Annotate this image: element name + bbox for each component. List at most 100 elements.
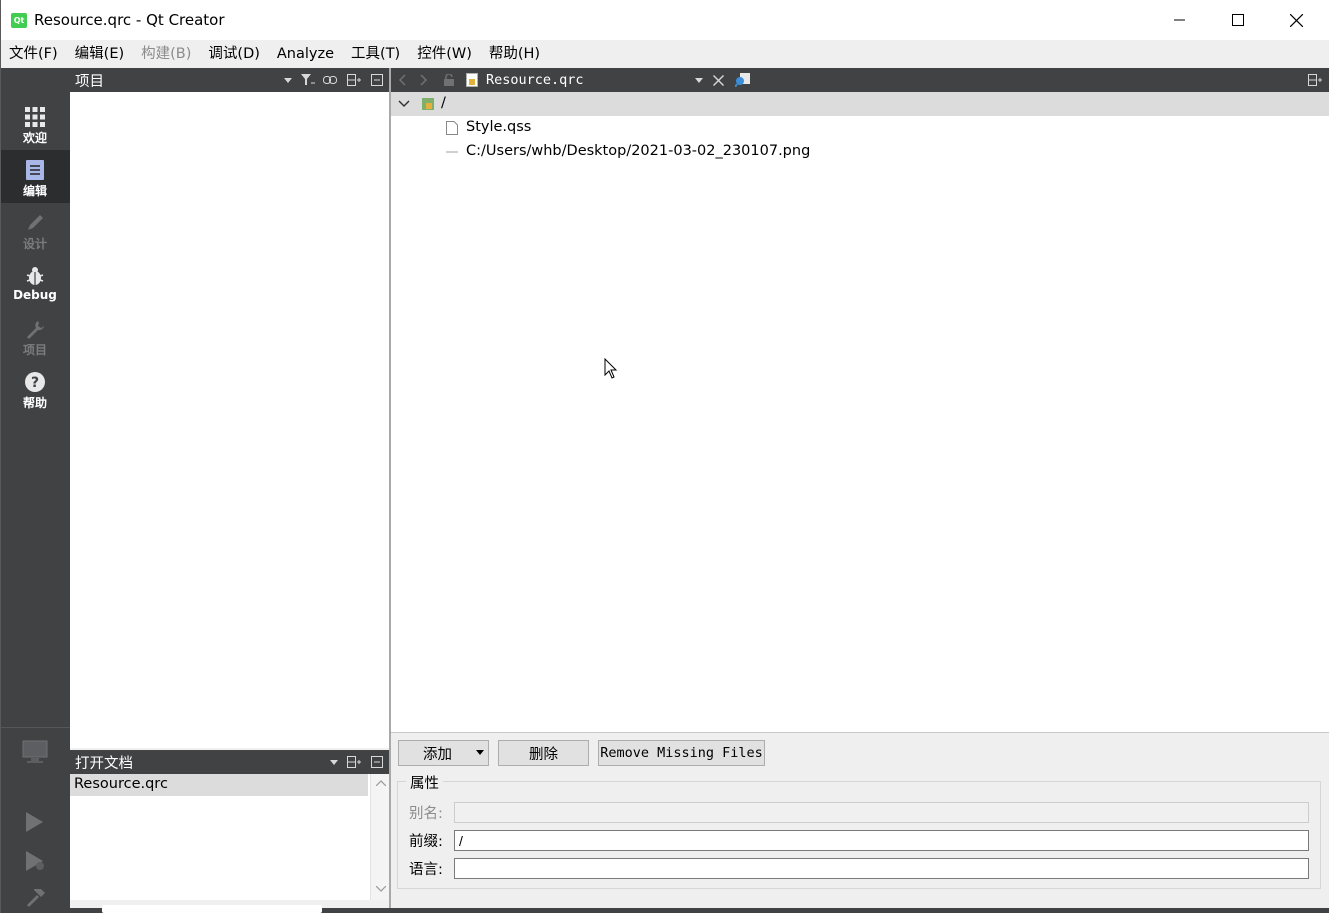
mode-help[interactable]: ? 帮助: [0, 362, 70, 415]
monitor-icon: [22, 740, 48, 763]
mode-label: 帮助: [22, 396, 47, 410]
projects-pane-title: 项目: [75, 74, 104, 90]
chevron-down-icon: [330, 759, 338, 765]
chevron-up-icon: [376, 780, 386, 786]
menu-widgets[interactable]: 控件(W): [408, 40, 480, 68]
svg-text:?: ?: [31, 375, 39, 391]
split-pane-button[interactable]: [346, 72, 362, 88]
prefix-field[interactable]: [454, 830, 1309, 851]
language-label: 语言:: [409, 862, 443, 878]
minimize-icon: [1174, 19, 1185, 21]
split-pane-button[interactable]: [346, 754, 362, 770]
prefix-label: 前缀:: [409, 834, 443, 850]
split-icon: [1308, 74, 1322, 86]
maximize-icon: [1232, 14, 1244, 26]
tree-row-file[interactable]: Style.qss: [391, 116, 1329, 140]
mode-label: 项目: [22, 343, 47, 357]
locate-icon: [735, 73, 750, 87]
remove-missing-files-button[interactable]: Remove Missing Files: [598, 740, 765, 766]
alias-label: 别名:: [409, 806, 443, 822]
mode-projects[interactable]: 项目: [0, 309, 70, 362]
lock-button[interactable]: [441, 72, 457, 88]
split-editor-button[interactable]: [1307, 72, 1323, 88]
delete-button[interactable]: 删除: [498, 740, 589, 766]
close-pane-icon: [371, 756, 383, 768]
menu-file[interactable]: 文件(F): [0, 40, 66, 68]
play-icon: [26, 812, 43, 832]
close-document-button[interactable]: [710, 72, 726, 88]
title-bar[interactable]: Qt Resource.qrc - Qt Creator: [0, 0, 1329, 40]
run-button[interactable]: [24, 811, 44, 837]
tree-item-label: C:/Users/whb/Desktop/2021-03-02_230107.p…: [466, 143, 811, 159]
chevron-down-icon: [376, 886, 386, 892]
close-pane-button[interactable]: [369, 72, 385, 88]
add-menu-chevron[interactable]: [476, 750, 484, 755]
document-selector-dropdown[interactable]: [691, 72, 707, 88]
projects-tree[interactable]: [70, 92, 390, 748]
projects-pane-header: 项目: [70, 68, 390, 92]
tree-root-label: /: [441, 95, 446, 111]
close-icon: [1289, 13, 1303, 27]
properties-group-title: 属性: [406, 772, 443, 793]
locator-input[interactable]: [102, 905, 322, 913]
mode-label: 欢迎: [22, 131, 47, 145]
menu-edit[interactable]: 编辑(E): [66, 40, 132, 68]
alias-field[interactable]: [454, 802, 1309, 823]
pane-selector-dropdown[interactable]: [280, 72, 296, 88]
menu-build[interactable]: 构建(B): [132, 40, 199, 68]
link-icon: [323, 76, 337, 84]
tree-row-file[interactable]: C:/Users/whb/Desktop/2021-03-02_230107.p…: [391, 140, 1329, 164]
filter-button[interactable]: [300, 72, 316, 88]
mode-welcome[interactable]: 欢迎: [0, 97, 70, 150]
menu-bar: 文件(F) 编辑(E) 构建(B) 调试(D) Analyze 工具(T) 控件…: [0, 40, 1329, 68]
chevron-down-icon: [284, 77, 292, 83]
help-icon: ?: [24, 371, 46, 393]
current-document-name[interactable]: Resource.qrc: [486, 72, 584, 88]
chevron-down-icon[interactable]: [398, 100, 410, 108]
mouse-cursor-icon: [604, 358, 618, 379]
build-button[interactable]: [24, 886, 46, 912]
menu-debug[interactable]: 调试(D): [199, 40, 267, 68]
sidebar-divider: [0, 727, 70, 728]
close-window-button[interactable]: [1267, 0, 1325, 40]
navigate-back-button[interactable]: [394, 72, 410, 88]
debug-run-button[interactable]: [24, 850, 46, 876]
language-field[interactable]: [454, 858, 1309, 879]
open-documents-scrollbar[interactable]: [370, 774, 390, 900]
pane-selector-dropdown[interactable]: [326, 754, 342, 770]
mode-label: Debug: [13, 288, 57, 302]
open-document-name: Resource.qrc: [74, 776, 168, 792]
target-selector-button[interactable]: [22, 740, 48, 768]
chevron-right-icon: [420, 74, 428, 86]
mode-selector-sidebar: 欢迎 编辑 设计 Debug 项目 ? 帮助: [0, 68, 70, 913]
list-item[interactable]: Resource.qrc: [70, 774, 368, 796]
tree-row-prefix[interactable]: /: [391, 92, 1329, 116]
minimize-button[interactable]: [1151, 0, 1209, 40]
menu-help[interactable]: 帮助(H): [480, 40, 548, 68]
mode-label: 编辑: [22, 184, 47, 198]
file-icon: [446, 121, 458, 135]
split-icon: [347, 756, 361, 768]
add-button[interactable]: 添加: [398, 740, 489, 766]
qrc-file-icon: [464, 72, 480, 88]
menu-analyze[interactable]: Analyze: [268, 40, 342, 68]
add-button-label: 添加: [423, 746, 452, 763]
close-icon: [712, 74, 724, 86]
pencil-icon: [24, 212, 46, 234]
sync-link-button[interactable]: [322, 72, 338, 88]
mode-edit[interactable]: 编辑: [0, 150, 70, 203]
wrench-icon: [24, 318, 46, 340]
maximize-button[interactable]: [1209, 0, 1267, 40]
chevron-down-icon: [476, 750, 484, 755]
mode-debug[interactable]: Debug: [0, 256, 70, 309]
locate-file-button[interactable]: [735, 72, 751, 88]
chevron-down-icon: [695, 77, 703, 83]
resource-tree[interactable]: [391, 92, 1329, 732]
close-pane-button[interactable]: [369, 754, 385, 770]
mode-design[interactable]: 设计: [0, 203, 70, 256]
navigate-forward-button[interactable]: [416, 72, 432, 88]
menu-tools[interactable]: 工具(T): [342, 40, 408, 68]
open-documents-header: 打开文档: [70, 750, 390, 774]
delete-button-label: 删除: [529, 746, 558, 763]
chevron-left-icon: [398, 74, 406, 86]
